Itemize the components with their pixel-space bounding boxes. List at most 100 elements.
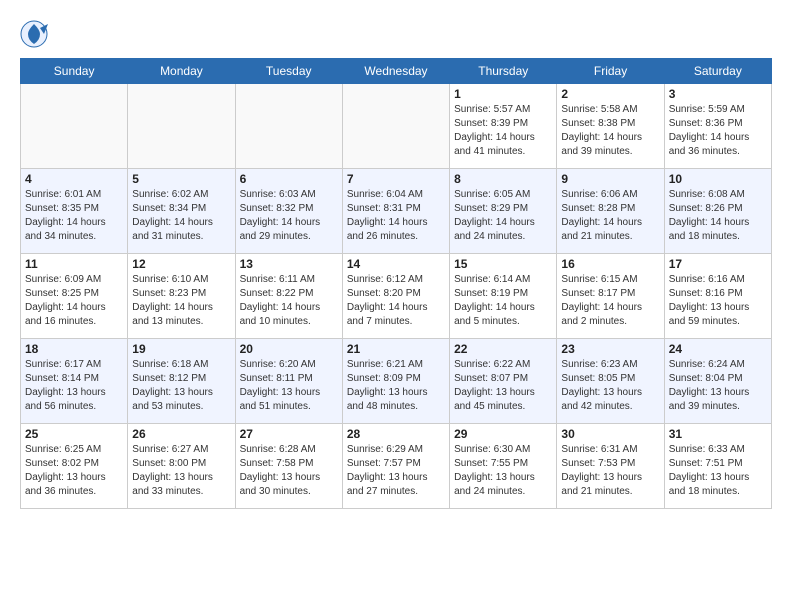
calendar-cell: 16Sunrise: 6:15 AM Sunset: 8:17 PM Dayli… [557,254,664,339]
day-info: Sunrise: 6:23 AM Sunset: 8:05 PM Dayligh… [561,358,659,414]
calendar-cell [342,84,449,169]
day-number: 29 [454,427,552,441]
day-info: Sunrise: 6:08 AM Sunset: 8:26 PM Dayligh… [669,188,767,244]
day-info: Sunrise: 6:21 AM Sunset: 8:09 PM Dayligh… [347,358,445,414]
calendar-cell: 14 Sunrise: 6:12 AM Sunset: 8:20 PM Dayli… [342,254,449,339]
calendar-cell: 10 Sunrise: 6:08 AM Sunset: 8:26 PM Dayli… [664,169,771,254]
day-number: 11 [25,257,123,271]
calendar-cell: 26 Sunrise: 6:27 AM Sunset: 8:00 PM Dayli… [128,424,235,509]
day-info: Sunrise: 5:57 AM Sunset: 8:39 PM Dayligh… [454,103,552,159]
day-number: 6 [240,172,338,186]
calendar-cell: 2 Sunrise: 5:58 AM Sunset: 8:38 PM Daylig… [557,84,664,169]
calendar-cell: 7 Sunrise: 6:04 AM Sunset: 8:31 PM Daylig… [342,169,449,254]
day-info: Sunrise: 6:09 AM Sunset: 8:25 PM Dayligh… [25,273,123,329]
day-info: Sunrise: 6:01 AM Sunset: 8:35 PM Dayligh… [25,188,123,244]
calendar-week-row: 25 Sunrise: 6:25 AM Sunset: 8:02 PM Dayli… [21,424,772,509]
calendar-cell: 30 Sunrise: 6:31 AM Sunset: 7:53 PM Dayli… [557,424,664,509]
calendar-cell: 4 Sunrise: 6:01 AM Sunset: 8:35 PM Daylig… [21,169,128,254]
day-of-week-header: Sunday [21,59,128,84]
calendar-cell: 27 Sunrise: 6:28 AM Sunset: 7:58 PM Dayli… [235,424,342,509]
day-info: Sunrise: 6:14 AM Sunset: 8:19 PM Dayligh… [454,273,552,329]
day-info: Sunrise: 6:27 AM Sunset: 8:00 PM Dayligh… [132,443,230,499]
calendar-cell: 21 Sunrise: 6:21 AM Sunset: 8:09 PM Dayli… [342,339,449,424]
calendar-cell: 31 Sunrise: 6:33 AM Sunset: 7:51 PM Dayli… [664,424,771,509]
day-info: Sunrise: 6:22 AM Sunset: 8:07 PM Dayligh… [454,358,552,414]
day-info: Sunrise: 6:25 AM Sunset: 8:02 PM Dayligh… [25,443,123,499]
day-number: 27 [240,427,338,441]
calendar-week-row: 1 Sunrise: 5:57 AM Sunset: 8:39 PM Daylig… [21,84,772,169]
calendar-week-row: 11 Sunrise: 6:09 AM Sunset: 8:25 PM Dayli… [21,254,772,339]
day-number: 7 [347,172,445,186]
day-info: Sunrise: 6:18 AM Sunset: 8:12 PM Dayligh… [132,358,230,414]
calendar: SundayMondayTuesdayWednesdayThursdayFrid… [20,58,772,509]
day-number: 8 [454,172,552,186]
logo [20,20,52,48]
day-info: Sunrise: 6:04 AM Sunset: 8:31 PM Dayligh… [347,188,445,244]
calendar-cell: 5 Sunrise: 6:02 AM Sunset: 8:34 PM Daylig… [128,169,235,254]
day-number: 21 [347,342,445,356]
day-info: Sunrise: 6:10 AM Sunset: 8:23 PM Dayligh… [132,273,230,329]
day-number: 30 [561,427,659,441]
calendar-cell: 17 Sunrise: 6:16 AM Sunset: 8:16 PM Dayli… [664,254,771,339]
day-number: 22 [454,342,552,356]
day-info: Sunrise: 6:30 AM Sunset: 7:55 PM Dayligh… [454,443,552,499]
day-number: 19 [132,342,230,356]
day-of-week-header: Thursday [450,59,557,84]
day-number: 14 [347,257,445,271]
day-number: 25 [25,427,123,441]
calendar-cell: 3 Sunrise: 5:59 AM Sunset: 8:36 PM Daylig… [664,84,771,169]
calendar-cell: 11 Sunrise: 6:09 AM Sunset: 8:25 PM Dayli… [21,254,128,339]
day-of-week-header: Monday [128,59,235,84]
day-info: Sunrise: 6:16 AM Sunset: 8:16 PM Dayligh… [669,273,767,329]
day-number: 17 [669,257,767,271]
day-info: Sunrise: 6:05 AM Sunset: 8:29 PM Dayligh… [454,188,552,244]
calendar-cell: 8 Sunrise: 6:05 AM Sunset: 8:29 PM Daylig… [450,169,557,254]
day-number: 2 [561,87,659,101]
calendar-cell: 25 Sunrise: 6:25 AM Sunset: 8:02 PM Dayli… [21,424,128,509]
calendar-cell: 1 Sunrise: 5:57 AM Sunset: 8:39 PM Daylig… [450,84,557,169]
calendar-cell: 28Sunrise: 6:29 AM Sunset: 7:57 PM Dayli… [342,424,449,509]
day-info: Sunrise: 6:02 AM Sunset: 8:34 PM Dayligh… [132,188,230,244]
calendar-cell: 9 Sunrise: 6:06 AM Sunset: 8:28 PM Daylig… [557,169,664,254]
day-of-week-header: Saturday [664,59,771,84]
day-number: 5 [132,172,230,186]
day-info: Sunrise: 6:06 AM Sunset: 8:28 PM Dayligh… [561,188,659,244]
calendar-cell: 6Sunrise: 6:03 AM Sunset: 8:32 PM Daylig… [235,169,342,254]
header [20,20,772,48]
day-number: 9 [561,172,659,186]
day-number: 18 [25,342,123,356]
calendar-cell: 12 Sunrise: 6:10 AM Sunset: 8:23 PM Dayli… [128,254,235,339]
day-info: Sunrise: 6:12 AM Sunset: 8:20 PM Dayligh… [347,273,445,329]
day-number: 1 [454,87,552,101]
day-info: Sunrise: 5:59 AM Sunset: 8:36 PM Dayligh… [669,103,767,159]
day-info: Sunrise: 6:24 AM Sunset: 8:04 PM Dayligh… [669,358,767,414]
calendar-cell: 24 Sunrise: 6:24 AM Sunset: 8:04 PM Dayli… [664,339,771,424]
day-number: 24 [669,342,767,356]
day-number: 26 [132,427,230,441]
calendar-cell [21,84,128,169]
calendar-cell: 18Sunrise: 6:17 AM Sunset: 8:14 PM Dayli… [21,339,128,424]
day-info: Sunrise: 6:31 AM Sunset: 7:53 PM Dayligh… [561,443,659,499]
day-number: 4 [25,172,123,186]
day-number: 31 [669,427,767,441]
calendar-cell: 20Sunrise: 6:20 AM Sunset: 8:11 PM Dayli… [235,339,342,424]
day-number: 12 [132,257,230,271]
day-number: 23 [561,342,659,356]
day-number: 3 [669,87,767,101]
calendar-cell: 15 Sunrise: 6:14 AM Sunset: 8:19 PM Dayli… [450,254,557,339]
day-info: Sunrise: 6:33 AM Sunset: 7:51 PM Dayligh… [669,443,767,499]
day-info: Sunrise: 6:11 AM Sunset: 8:22 PM Dayligh… [240,273,338,329]
day-info: Sunrise: 6:15 AM Sunset: 8:17 PM Dayligh… [561,273,659,329]
day-info: Sunrise: 6:20 AM Sunset: 8:11 PM Dayligh… [240,358,338,414]
day-info: Sunrise: 5:58 AM Sunset: 8:38 PM Dayligh… [561,103,659,159]
day-of-week-header: Friday [557,59,664,84]
day-number: 15 [454,257,552,271]
day-number: 13 [240,257,338,271]
day-info: Sunrise: 6:29 AM Sunset: 7:57 PM Dayligh… [347,443,445,499]
calendar-cell: 22 Sunrise: 6:22 AM Sunset: 8:07 PM Dayli… [450,339,557,424]
day-of-week-header: Tuesday [235,59,342,84]
calendar-cell: 13 Sunrise: 6:11 AM Sunset: 8:22 PM Dayli… [235,254,342,339]
calendar-cell [235,84,342,169]
day-number: 10 [669,172,767,186]
day-info: Sunrise: 6:28 AM Sunset: 7:58 PM Dayligh… [240,443,338,499]
